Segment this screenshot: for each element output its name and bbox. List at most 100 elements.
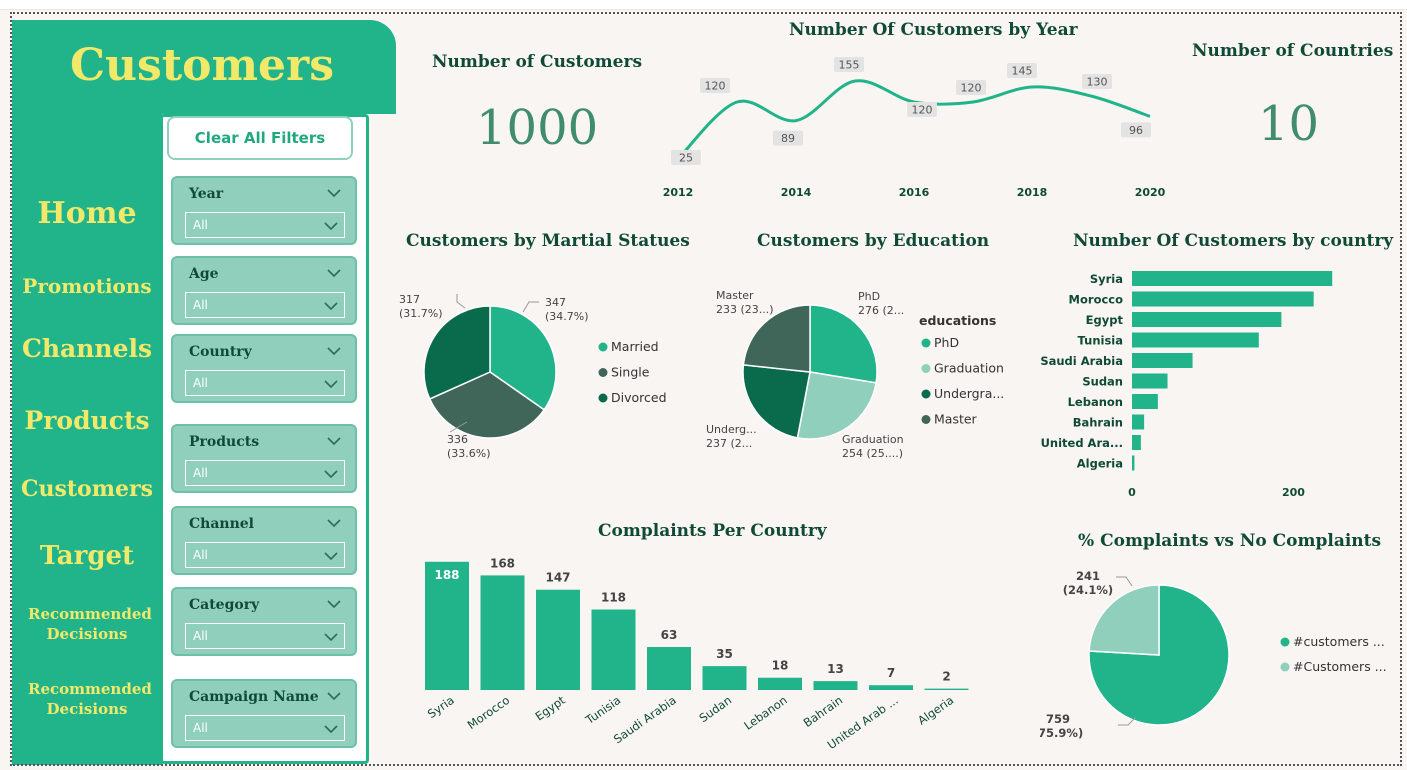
data-label: 25	[679, 152, 693, 165]
slicer-age[interactable]: Age All	[171, 256, 357, 325]
data-label: 759	[1046, 712, 1070, 726]
bar	[813, 681, 858, 690]
chart-title-complaints: Complaints Per Country	[598, 521, 827, 541]
legend-title: educations	[919, 313, 996, 328]
slicer-label: Year	[189, 186, 224, 202]
nav-item-channels[interactable]: Channels	[12, 334, 162, 363]
slicer-channel[interactable]: Channel All	[171, 506, 357, 575]
bar-chart-complaints: 188 Syria 168 Morocco 147 Egypt 118 Tunisia 63 Sa…	[425, 556, 969, 752]
data-label: 237 (2...	[706, 437, 752, 450]
slicer-category[interactable]: Category All	[171, 587, 357, 656]
data-label: 120	[961, 82, 982, 95]
data-label: PhD	[858, 290, 880, 303]
data-label: 13	[827, 662, 844, 676]
nav-panel	[12, 20, 162, 765]
chart-title-by-year: Number Of Customers by Year	[789, 20, 1078, 40]
top-strip	[0, 0, 1407, 10]
data-label: Underg...	[706, 423, 757, 436]
legend-marker	[921, 415, 931, 424]
data-label: 120	[912, 104, 933, 117]
data-label: 18	[772, 659, 789, 673]
slicer-campaign-name[interactable]: Campaign Name All	[171, 679, 357, 748]
chart-title-pct-complaints: % Complaints vs No Complaints	[1078, 531, 1382, 551]
leader-line	[456, 294, 466, 309]
category-label: Lebanon	[741, 693, 789, 733]
data-label: 35	[716, 647, 733, 661]
category-label: Sudan	[697, 693, 735, 725]
countries-kpi-value: 10	[1258, 96, 1320, 152]
nav-item-target[interactable]: Target	[12, 541, 162, 571]
x-tick-label: 2016	[899, 186, 930, 199]
bar	[758, 677, 802, 690]
bar	[591, 609, 636, 690]
clear-all-filters-button[interactable]: Clear All Filters	[167, 116, 353, 160]
slicer-dropdown[interactable]: All	[185, 542, 345, 568]
slicer-products[interactable]: Products All	[171, 424, 357, 493]
x-tick-label: 200	[1282, 486, 1305, 499]
chevron-down-icon	[324, 470, 338, 479]
slicer-dropdown[interactable]: All	[185, 370, 345, 396]
slicer-dropdown[interactable]: All	[185, 715, 345, 741]
nav-item-customers[interactable]: Customers	[12, 476, 162, 502]
slicer-dropdown[interactable]: All	[185, 460, 345, 486]
data-label: 7	[887, 666, 895, 680]
chevron-down-icon	[324, 222, 338, 231]
x-tick-label: 2012	[663, 186, 694, 199]
chart-title-education: Customers by Education	[757, 231, 990, 251]
data-label: 130	[1087, 76, 1108, 89]
chevron-down-icon	[324, 380, 338, 389]
category-label: Morocco	[1069, 293, 1124, 307]
slicer-dropdown[interactable]: All	[185, 292, 345, 318]
nav-item-recommended-decisions-2[interactable]: Recommended Decisions	[12, 679, 162, 719]
bar	[869, 685, 913, 690]
category-label: Egypt	[1086, 313, 1124, 327]
slicer-value: All	[193, 218, 208, 232]
category-label: Bahrain	[801, 693, 845, 730]
bar	[1132, 394, 1158, 409]
slicer-year[interactable]: Year All	[171, 176, 357, 245]
data-label: 2	[942, 670, 950, 684]
slicer-label: Age	[189, 266, 219, 282]
legend-label: #Customers ...	[1293, 659, 1387, 674]
data-label: 63	[661, 628, 678, 642]
pie-chart-marital: 347(34.7%) 336(33.6%) 317(31.7%) Married Sin…	[399, 293, 667, 460]
bar	[1132, 373, 1168, 389]
chevron-down-icon	[327, 692, 341, 701]
slicer-country[interactable]: Country All	[171, 334, 357, 403]
data-label: 155	[839, 59, 860, 72]
data-label: 145	[1012, 65, 1033, 78]
legend-label: Married	[611, 339, 659, 354]
chevron-down-icon	[327, 600, 341, 609]
nav-item-products[interactable]: Products	[12, 406, 162, 435]
chevron-down-icon	[324, 633, 338, 642]
data-label: Graduation	[842, 433, 904, 446]
slicer-label: Channel	[189, 516, 254, 532]
category-label: Tunisia	[582, 693, 623, 728]
legend-label: Divorced	[611, 390, 667, 405]
slicer-label: Campaign Name	[189, 689, 319, 705]
data-label: 188	[434, 568, 459, 582]
category-label: Morocco	[465, 693, 512, 732]
slicer-dropdown[interactable]: All	[185, 212, 345, 238]
category-label: Sudan	[1082, 375, 1123, 389]
legend-label: #customers ...	[1293, 634, 1385, 649]
slicer-value: All	[193, 629, 208, 643]
legend-marker	[921, 389, 931, 399]
bar	[924, 688, 969, 690]
bar	[1132, 291, 1314, 307]
slicer-dropdown[interactable]: All	[185, 623, 345, 649]
bar	[1132, 353, 1193, 368]
customers-kpi-label: Number of Customers	[432, 52, 643, 72]
leader-line	[1116, 576, 1133, 587]
customers-kpi-value: 1000	[476, 100, 599, 156]
nav-item-recommended-decisions[interactable]: Recommended Decisions	[12, 604, 162, 644]
bar	[1132, 414, 1145, 430]
nav-item-promotions[interactable]: Promotions	[12, 274, 162, 298]
slicer-label: Country	[189, 344, 252, 360]
chart-title-country: Number Of Customers by country	[1073, 231, 1394, 251]
nav-item-home[interactable]: Home	[12, 196, 162, 231]
data-label: 254 (25....)	[842, 447, 903, 460]
slicer-label: Category	[189, 597, 260, 613]
page-title: Customers	[70, 40, 334, 91]
pie-chart-complaints: 759(75.9%) 241(24.1%) #customers ... #Custo…	[1040, 569, 1387, 740]
